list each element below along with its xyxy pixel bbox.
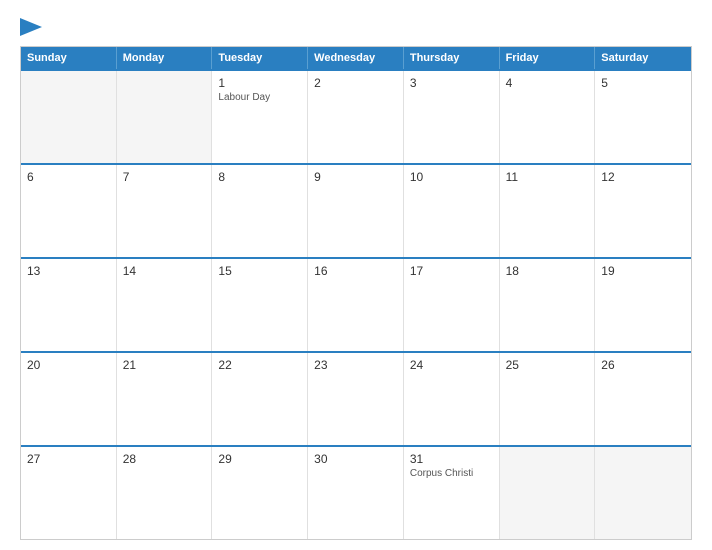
cal-cell: 29 [212, 447, 308, 539]
cal-cell: 10 [404, 165, 500, 257]
cal-day-number: 13 [27, 264, 110, 278]
calendar-body: 1Labour Day23456789101112131415161718192… [21, 69, 691, 539]
cal-cell [595, 447, 691, 539]
cal-week-1: 1 Labour Day 2345 [21, 69, 691, 163]
cal-cell: 9 [308, 165, 404, 257]
cal-day-number: 20 [27, 358, 110, 372]
cal-week-5: 27 28 29 30 31 Corpus Christi [21, 445, 691, 539]
cal-cell: 24 [404, 353, 500, 445]
cal-cell: 19 [595, 259, 691, 351]
cal-day-number: 12 [601, 170, 685, 184]
cal-day-number: 18 [506, 264, 589, 278]
cal-day-number: 5 [601, 76, 685, 90]
cal-header-cell-monday: Monday [117, 47, 213, 69]
cal-cell: 30 [308, 447, 404, 539]
cal-day-number: 14 [123, 264, 206, 278]
cal-header-cell-wednesday: Wednesday [308, 47, 404, 69]
cal-day-number: 2 [314, 76, 397, 90]
cal-day-number: 29 [218, 452, 301, 466]
cal-day-number: 28 [123, 452, 206, 466]
calendar: SundayMondayTuesdayWednesdayThursdayFrid… [20, 46, 692, 540]
cal-day-number: 11 [506, 170, 589, 184]
page: SundayMondayTuesdayWednesdayThursdayFrid… [0, 0, 712, 550]
cal-day-number: 4 [506, 76, 589, 90]
cal-cell: 27 [21, 447, 117, 539]
cal-day-number: 26 [601, 358, 685, 372]
cal-cell: 25 [500, 353, 596, 445]
cal-header-cell-sunday: Sunday [21, 47, 117, 69]
cal-day-number: 6 [27, 170, 110, 184]
cal-cell [117, 71, 213, 163]
cal-cell: 6 [21, 165, 117, 257]
cal-day-number: 17 [410, 264, 493, 278]
cal-cell: 31 Corpus Christi [404, 447, 500, 539]
cal-cell: 15 [212, 259, 308, 351]
cal-day-number: 23 [314, 358, 397, 372]
cal-cell [21, 71, 117, 163]
cal-week-4: 20 21 22 23 24 25 26 [21, 351, 691, 445]
cal-day-number: 27 [27, 452, 110, 466]
header [20, 18, 692, 36]
cal-header-cell-thursday: Thursday [404, 47, 500, 69]
logo [20, 18, 42, 36]
cal-cell: 5 [595, 71, 691, 163]
cal-header-cell-friday: Friday [500, 47, 596, 69]
cal-day-number: 19 [601, 264, 685, 278]
cal-cell: 22 [212, 353, 308, 445]
cal-cell: 21 [117, 353, 213, 445]
cal-cell: 26 [595, 353, 691, 445]
cal-cell: 4 [500, 71, 596, 163]
cal-day-number: 9 [314, 170, 397, 184]
cal-cell: 2 [308, 71, 404, 163]
cal-day-number: 16 [314, 264, 397, 278]
cal-cell: 18 [500, 259, 596, 351]
cal-cell: 8 [212, 165, 308, 257]
cal-day-number: 31 [410, 452, 493, 466]
cal-day-number: 15 [218, 264, 301, 278]
cal-cell [500, 447, 596, 539]
cal-cell: 20 [21, 353, 117, 445]
cal-cell: 28 [117, 447, 213, 539]
cal-day-number: 25 [506, 358, 589, 372]
cal-header-cell-tuesday: Tuesday [212, 47, 308, 69]
calendar-header-row: SundayMondayTuesdayWednesdayThursdayFrid… [21, 47, 691, 69]
cal-event: Corpus Christi [410, 468, 493, 479]
cal-week-2: 6789 10 11 12 [21, 163, 691, 257]
cal-day-number: 3 [410, 76, 493, 90]
cal-cell: 16 [308, 259, 404, 351]
cal-event: Labour Day [218, 92, 301, 103]
cal-cell: 11 [500, 165, 596, 257]
cal-cell: 17 [404, 259, 500, 351]
cal-day-number: 24 [410, 358, 493, 372]
cal-cell: 13 [21, 259, 117, 351]
cal-cell: 23 [308, 353, 404, 445]
cal-cell: 1 Labour Day [212, 71, 308, 163]
logo-icon [20, 18, 42, 36]
cal-day-number: 21 [123, 358, 206, 372]
cal-day-number: 22 [218, 358, 301, 372]
cal-day-number: 8 [218, 170, 301, 184]
cal-cell: 14 [117, 259, 213, 351]
cal-header-cell-saturday: Saturday [595, 47, 691, 69]
cal-day-number: 30 [314, 452, 397, 466]
cal-day-number: 10 [410, 170, 493, 184]
cal-cell: 12 [595, 165, 691, 257]
cal-cell: 3 [404, 71, 500, 163]
cal-cell: 7 [117, 165, 213, 257]
cal-day-number: 1 [218, 76, 301, 90]
cal-day-number: 7 [123, 170, 206, 184]
cal-week-3: 13 14 15 16 17 18 19 [21, 257, 691, 351]
